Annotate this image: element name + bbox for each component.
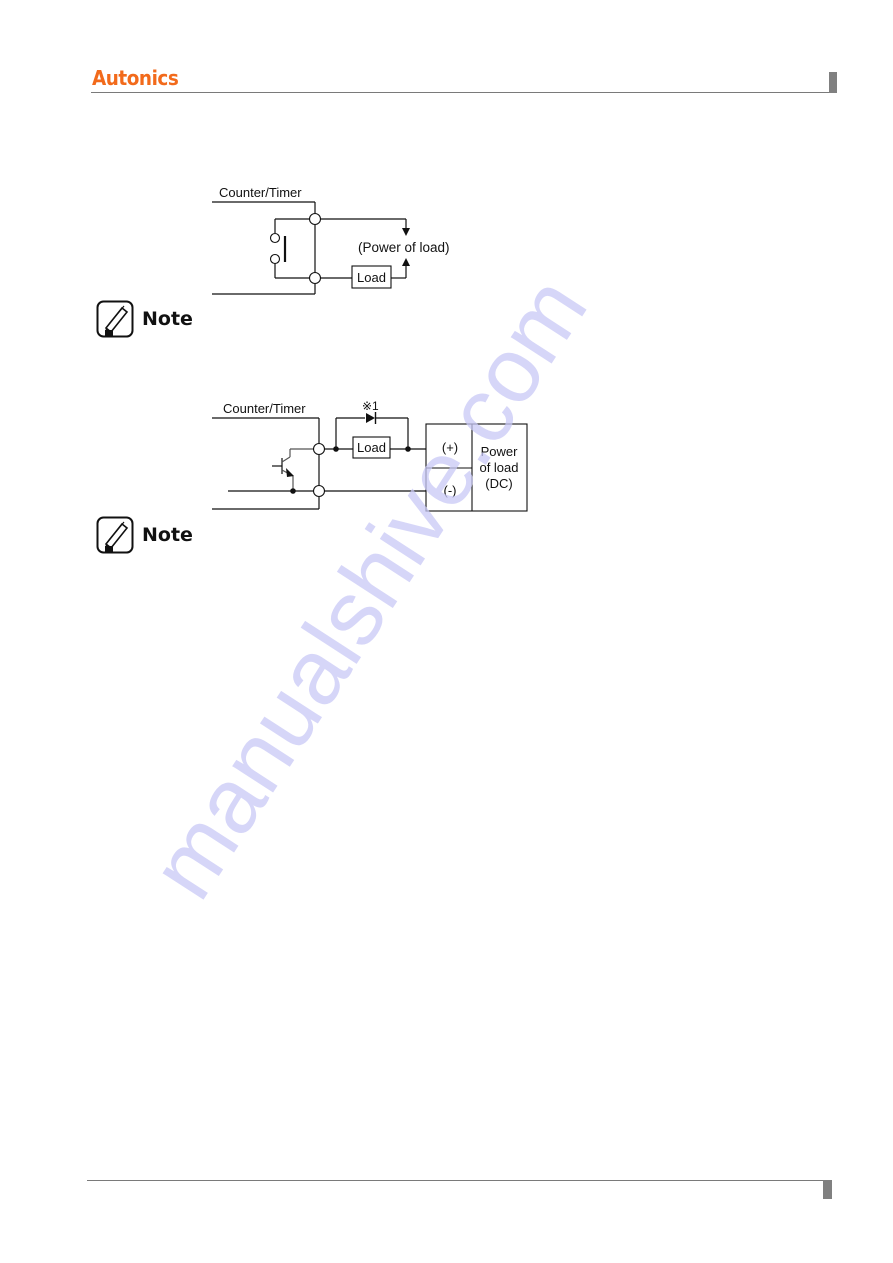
- diode-marker: ※1: [362, 399, 379, 413]
- power-label-line-2: of load: [479, 460, 518, 475]
- junction-dot: [290, 488, 296, 494]
- terminal-top: [312, 442, 326, 456]
- device-label: Counter/Timer: [223, 401, 306, 416]
- junction-dot: [405, 446, 411, 452]
- footer-tab-marker: [823, 1180, 832, 1199]
- diode-icon: [366, 413, 375, 423]
- load-label: Load: [357, 440, 386, 455]
- junction-dot: [333, 446, 339, 452]
- note-label: Note: [142, 524, 193, 546]
- pencil-note-icon: [96, 516, 134, 554]
- plus-terminal-label: (+): [442, 440, 458, 455]
- terminal-bottom: [312, 484, 326, 498]
- transistor-output-diagram: ※1 Load (+) (-) Power of load (DC) Count…: [212, 399, 528, 512]
- power-label-line-1: Power: [481, 444, 519, 459]
- minus-terminal-label: (-): [444, 483, 457, 498]
- note-2: Note: [96, 516, 193, 554]
- footer-rule: [87, 1180, 825, 1181]
- power-label-line-3: (DC): [485, 476, 512, 491]
- emitter-arrow-icon: [286, 468, 294, 477]
